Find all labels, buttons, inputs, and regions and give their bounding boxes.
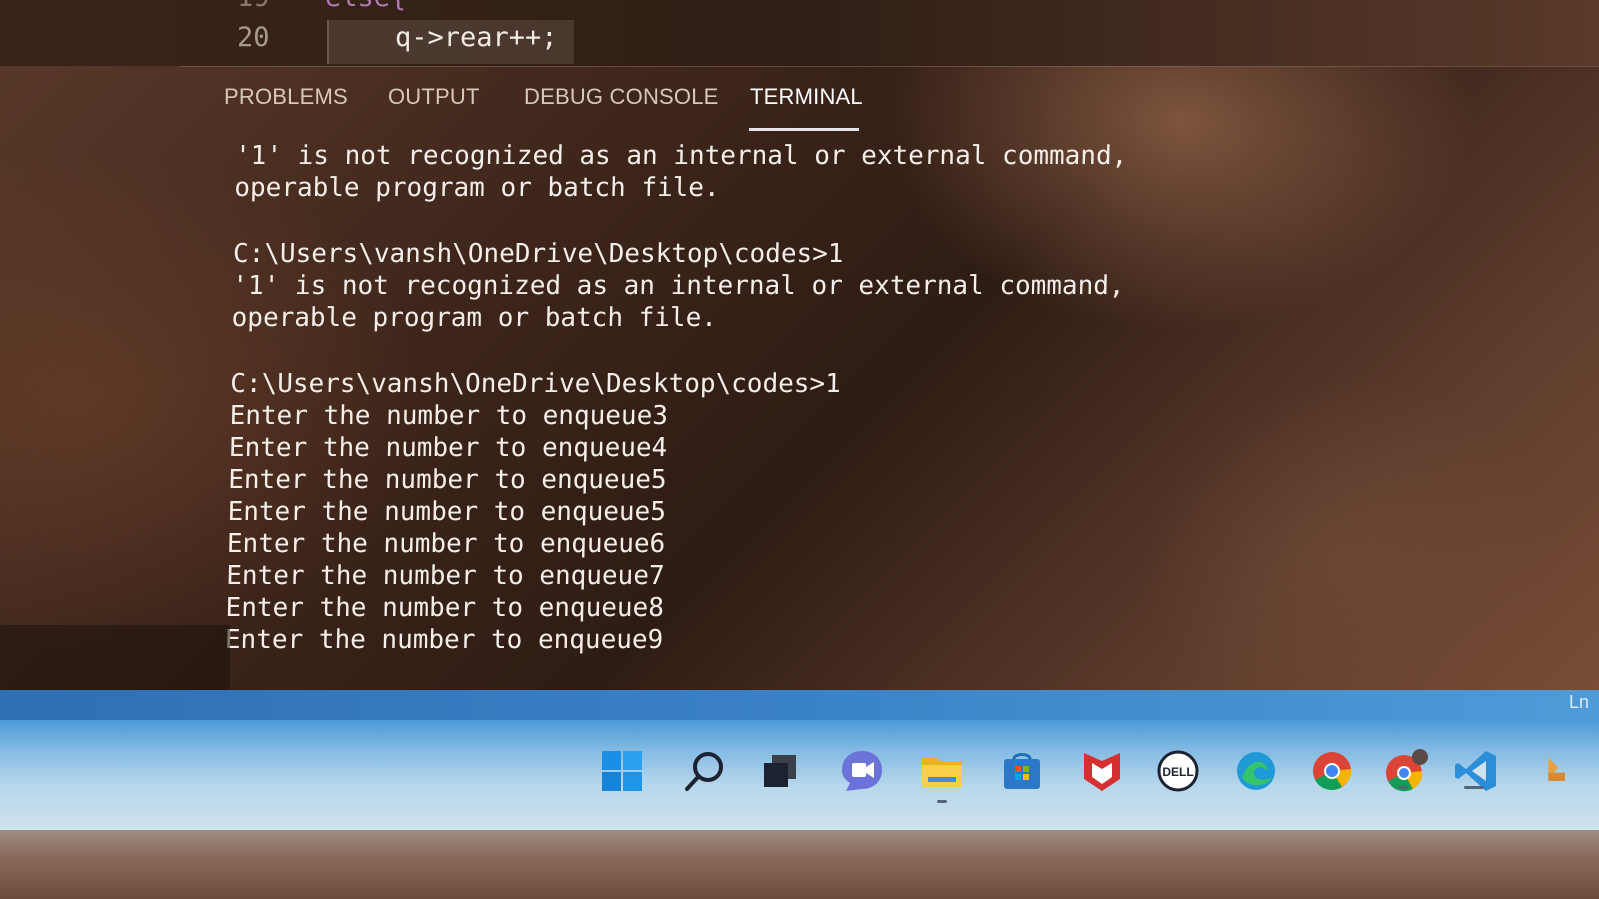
terminal-line: Enter the number to enqueue7 [225, 561, 665, 591]
dell-icon[interactable]: DELL [1152, 745, 1204, 797]
edge-icon[interactable] [1230, 745, 1282, 797]
microsoft-store-icon[interactable] [996, 745, 1048, 797]
panel-divider [180, 66, 1599, 67]
laptop-bezel [0, 830, 1599, 899]
tab-debug-console[interactable]: DEBUG CONSOLE [524, 84, 719, 110]
tab-terminal[interactable]: TERMINAL [750, 84, 863, 110]
teams-chat-icon[interactable] [836, 745, 888, 797]
terminal-line: '1' is not recognized as an internal or … [234, 141, 1128, 171]
tab-problems[interactable]: PROBLEMS [224, 84, 348, 110]
line-number: 19 [237, 0, 270, 13]
line-number: 20 [237, 22, 270, 53]
terminal-line: Enter the number to enqueue5 [227, 465, 667, 495]
running-indicator [937, 800, 947, 803]
vscode-icon[interactable] [1450, 745, 1502, 797]
code-line[interactable]: q->rear++; [395, 22, 558, 53]
code-editor[interactable]: 19 else{ 20 q->rear++; [0, 0, 1599, 66]
terminal-line: Enter the number to enqueue5 [227, 497, 667, 527]
running-indicator [1464, 786, 1484, 789]
chrome-icon[interactable] [1306, 745, 1358, 797]
status-bar: Ln [0, 690, 1599, 720]
screen: 19 else{ 20 q->rear++; PROBLEMS OUTPUT D… [0, 0, 1599, 720]
terminal-line: operable program or batch file. [234, 173, 720, 203]
terminal-line: Enter the number to enqueue6 [226, 529, 666, 559]
overflow-icon[interactable] [1530, 745, 1570, 797]
terminal-line: Enter the number to enqueue8 [225, 593, 665, 623]
terminal-line: Enter the number to enqueue3 [229, 401, 669, 431]
search-icon[interactable] [678, 745, 730, 797]
file-explorer-icon[interactable] [916, 745, 968, 797]
terminal-line: Enter the number to enqueue4 [228, 433, 668, 463]
status-line-position[interactable]: Ln [1569, 692, 1589, 713]
mcafee-icon[interactable] [1076, 745, 1128, 797]
windows-start-icon[interactable] [596, 745, 648, 797]
terminal-prompt: C:\Users\vansh\OneDrive\Desktop\codes>1 [232, 239, 844, 269]
tab-output[interactable]: OUTPUT [388, 84, 480, 110]
terminal-line: '1' is not recognized as an internal or … [232, 271, 1125, 301]
terminal-line: operable program or batch file. [231, 303, 718, 333]
chrome-profile-icon[interactable] [1380, 745, 1432, 797]
svg-text:DELL: DELL [1162, 765, 1193, 779]
terminal-line: Enter the number to enqueue9 [224, 625, 664, 655]
code-line-faded[interactable]: else{ [325, 0, 406, 13]
terminal-prompt: C:\Users\vansh\OneDrive\Desktop\codes>1 [229, 369, 842, 399]
running-indicator [1398, 786, 1408, 789]
active-tab-indicator [749, 128, 859, 131]
terminal-output[interactable]: '1' is not recognized as an internal or … [225, 140, 1236, 656]
task-view-icon[interactable] [754, 745, 806, 797]
